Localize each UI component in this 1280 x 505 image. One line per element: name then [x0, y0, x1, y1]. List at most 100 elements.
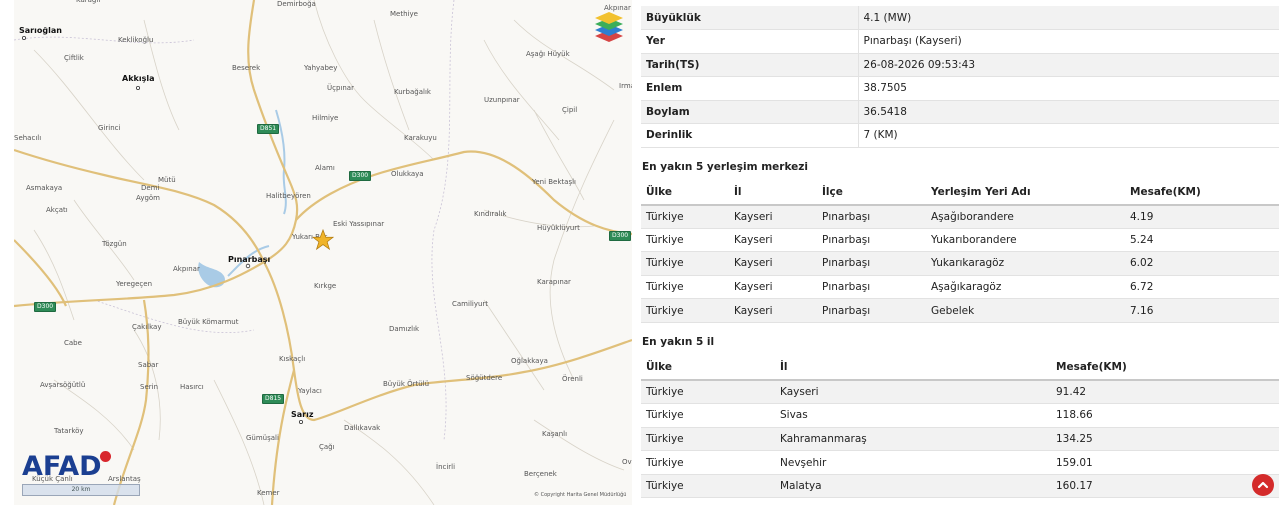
table-cell: Aşağıborandere [926, 204, 1125, 229]
layers-icon[interactable] [592, 10, 626, 44]
table-cell: 4.19 [1125, 204, 1279, 229]
table-row: Türkiye Sivas 118.66 [641, 403, 1279, 428]
place-label: Hilmiye [312, 114, 339, 122]
place-label: Dallıkavak [344, 424, 381, 432]
table-cell: 5.24 [1125, 228, 1279, 253]
place-label: Mütü [158, 176, 176, 184]
details-label: Derinlik [641, 123, 859, 148]
place-label: Sehacılı [14, 134, 42, 142]
place-label: Tatarköy [54, 427, 84, 435]
table-cell: Türkiye [641, 228, 729, 253]
place-label: Girinci [98, 124, 121, 132]
details-value: Pınarbaşı (Kayseri) [858, 29, 1279, 54]
earthquake-details-panel: Büyüklük 4.1 (MW) Yer Pınarbaşı (Kayseri) Ta… [641, 6, 1279, 499]
table-cell: Kayseri [729, 275, 817, 300]
details-label: Boylam [641, 100, 859, 124]
table-cell: 159.01 [1051, 450, 1279, 475]
column-header: Mesafe(KM) [1125, 180, 1279, 206]
road-badge: D300 [609, 231, 632, 241]
place-label: Çipil [562, 106, 578, 114]
table-cell: Gebelek [926, 298, 1125, 323]
details-row: Boylam 36.5418 [641, 100, 1279, 124]
place-label: Kaşanlı [542, 430, 568, 438]
table-cell: Kahramanmaraş [775, 427, 1051, 452]
column-header: İlçe [817, 180, 926, 206]
column-header: Mesafe(KM) [1051, 355, 1279, 381]
place-label: Halitbeyören [266, 192, 311, 200]
table-cell: Türkiye [641, 450, 775, 475]
table-cell: 118.66 [1051, 403, 1279, 428]
column-header: Ülke [641, 180, 729, 206]
place-label: Beserek [232, 64, 261, 72]
place-label: Kıskaçlı [279, 355, 306, 363]
table-cell: Yukarıborandere [926, 228, 1125, 253]
place-label: Demirboğa [277, 0, 316, 8]
road-badge: D851 [257, 124, 280, 134]
column-header: İl [729, 180, 817, 206]
place-label: Irmak [619, 82, 632, 90]
table-row: Türkiye Kayseri Pınarbaşı Yukarıborandere 5.… [641, 228, 1279, 253]
table-cell: Aşağıkaragöz [926, 275, 1125, 300]
table-cell: 6.72 [1125, 275, 1279, 300]
scroll-top-button[interactable] [1252, 474, 1274, 496]
place-label: Karakuyu [404, 134, 437, 142]
table-cell: Nevşehir [775, 450, 1051, 475]
place-label: Kırkge [314, 282, 337, 290]
place-label: Yeni Bektaşlı [532, 178, 576, 186]
place-label: Büyük Kömarmut [178, 318, 239, 326]
details-table: Büyüklük 4.1 (MW) Yer Pınarbaşı (Kayseri) Ta… [641, 6, 1279, 148]
provinces-table: Ülke İl Mesafe(KM) Türkiye Kayseri 91.42 Türk… [641, 355, 1279, 499]
place-label: Uzunpınar [484, 96, 520, 104]
place-label: Alamı [315, 164, 335, 172]
place-label: Cabe [64, 339, 82, 347]
table-cell: Pınarbaşı [817, 228, 926, 253]
table-cell: Türkiye [641, 275, 729, 300]
place-label: Serin [140, 383, 159, 391]
details-row: Yer Pınarbaşı (Kayseri) [641, 29, 1279, 54]
place-label: Eski Yassıpınar [333, 220, 385, 228]
table-cell: Türkiye [641, 298, 729, 323]
settlements-table: Ülke İl İlçe Yerleşim Yeri Adı Mesafe(KM) Tü… [641, 180, 1279, 323]
details-value: 36.5418 [858, 100, 1279, 124]
place-label: Methiye [390, 10, 418, 18]
details-row: Büyüklük 4.1 (MW) [641, 6, 1279, 30]
star-icon[interactable] [312, 229, 334, 251]
map-copyright: © Copyright Harita Genel Müdürlüğü [534, 492, 627, 498]
table-cell: Türkiye [641, 474, 775, 499]
table-cell: Türkiye [641, 403, 775, 428]
place-label: Örenli [562, 375, 583, 383]
details-label: Büyüklük [641, 6, 859, 30]
place-label: Hüyüklüyurt [537, 224, 580, 232]
table-cell: Pınarbaşı [817, 251, 926, 276]
table-cell: Kayseri [729, 204, 817, 229]
table-cell: Kayseri [775, 379, 1051, 405]
table-cell: Türkiye [641, 251, 729, 276]
table-cell: Kayseri [729, 298, 817, 323]
place-label: Yahyabey [304, 64, 338, 72]
place-label: Sarıoğlan [19, 26, 62, 35]
place-label: Pınarbaşı [228, 255, 271, 264]
place-label: Hasırcı [180, 383, 204, 391]
place-label: Aşağı Hüyük [526, 50, 570, 58]
place-label: Kemer [257, 489, 280, 497]
earthquake-map[interactable]: Sarıoğlan Karağıl Demirboğa Methiye Akpınar K… [14, 0, 632, 505]
table-cell: 134.25 [1051, 427, 1279, 452]
place-label: Çakılkay [132, 323, 162, 331]
place-label: Karağıl [76, 0, 101, 4]
logo-text: AFAD [22, 451, 102, 482]
details-value: 38.7505 [858, 76, 1279, 101]
place-label: Akçatı [46, 206, 68, 214]
details-value: 26-08-2026 09:53:43 [858, 53, 1279, 77]
afad-logo: AFAD [22, 450, 114, 484]
table-row: Türkiye Kayseri 91.42 [641, 379, 1279, 405]
place-label: Keklikoğlu [118, 36, 154, 44]
place-label: Büyük Örtülü [383, 380, 430, 388]
map-scale: 20 km [22, 484, 140, 496]
place-label: Oğlakkaya [511, 357, 548, 365]
place-label: Asmakaya [26, 184, 63, 192]
place-label: Söğütdere [466, 374, 503, 382]
column-header: İl [775, 355, 1051, 381]
table-cell: 160.17 [1051, 474, 1279, 499]
table-cell: Pınarbaşı [817, 298, 926, 323]
table-cell: Malatya [775, 474, 1051, 499]
